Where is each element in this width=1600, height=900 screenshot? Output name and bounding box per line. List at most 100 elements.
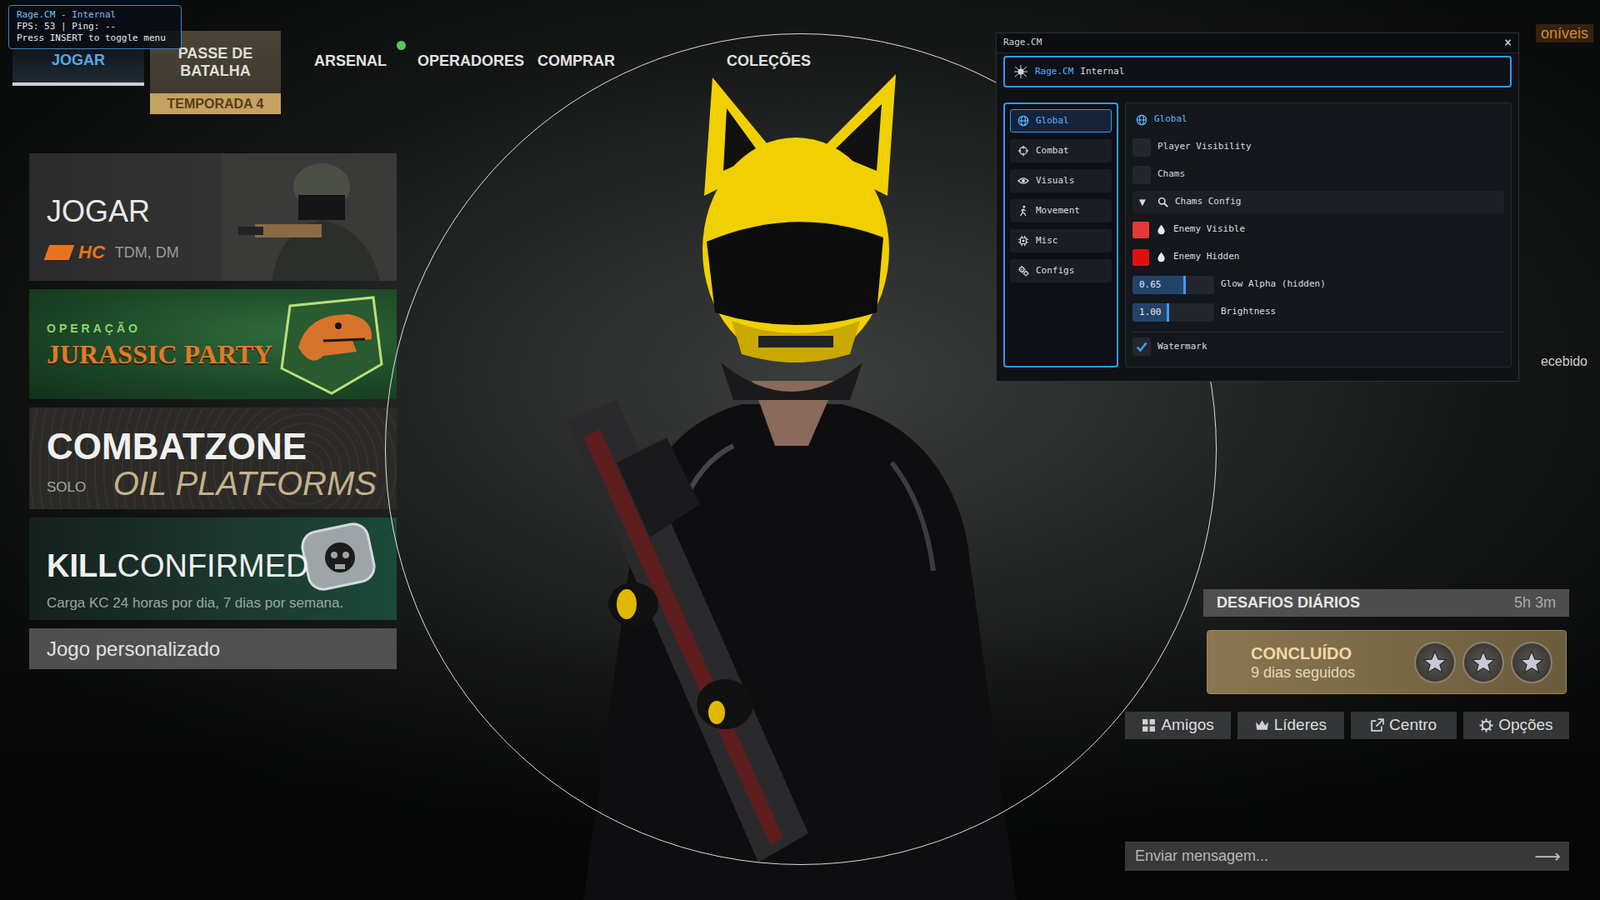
- spider-logo-icon: [1013, 64, 1029, 80]
- checkbox[interactable]: [1132, 337, 1151, 356]
- menu-tab[interactable]: Misc: [1010, 229, 1112, 253]
- menu-tab-label: Configs: [1035, 264, 1075, 279]
- crown-icon: [1255, 718, 1270, 733]
- mode-detail: SOLO: [46, 478, 86, 502]
- combatzone-card[interactable]: COMBATZONE SOLO OIL PLATFORMS: [29, 407, 397, 510]
- mode-detail: Carga KC 24 horas por dia, 7 dias por se…: [46, 594, 397, 613]
- game-screen: JOGARPASSE DE BATALHATEMPORADA 4ARSENALO…: [0, 0, 1600, 900]
- menu-row[interactable]: ▼ Chams Config: [1132, 190, 1505, 214]
- xp-tokens-label[interactable]: oníveis: [1535, 24, 1594, 43]
- menu-row: 0.65 Glow Alpha (hidden): [1132, 273, 1505, 296]
- option-label: Player Visibility: [1157, 140, 1252, 155]
- star-icon: [1414, 641, 1456, 684]
- social-button[interactable]: Opções: [1463, 711, 1570, 740]
- option-label: Glow Alpha (hidden): [1220, 277, 1326, 292]
- nav-tab-label: OPERADORES: [417, 52, 525, 70]
- nav-tab[interactable]: COMPRAR: [537, 30, 615, 70]
- option-label: Enemy Hidden: [1173, 250, 1240, 265]
- menu-tab[interactable]: Global: [1010, 109, 1112, 133]
- social-button[interactable]: Centro: [1350, 711, 1457, 740]
- checkbox[interactable]: [1132, 165, 1151, 185]
- mode-title: COMBATZONE: [46, 407, 377, 465]
- option-label: Brightness: [1220, 305, 1276, 320]
- mode-detail: TDM, DM: [115, 243, 180, 262]
- color-swatch[interactable]: [1132, 249, 1150, 266]
- menu-tab-label: Combat: [1035, 144, 1070, 159]
- soldier-artwork: [221, 153, 397, 281]
- challenge-status-text: CONCLUÍDO9 dias seguidos: [1250, 643, 1355, 682]
- mode-tags: HCTDM, DM: [46, 243, 397, 262]
- menu-content: GlobalPlayer VisibilityChams▼Chams Confi…: [1125, 102, 1512, 368]
- menu-tab[interactable]: Visuals: [1010, 169, 1112, 193]
- chat-input[interactable]: [1133, 841, 1528, 871]
- menu-title-bar[interactable]: Rage.CM×: [996, 33, 1519, 54]
- menu-subtitle: Internal: [1080, 65, 1125, 80]
- mode-subtitle: OIL PLATFORMS: [113, 465, 377, 502]
- nav-tab-label: COLEÇÕES: [726, 52, 811, 70]
- mode-list: JOGAR HCTDM, DM OPERAÇÃOJURASSIC PARTY COMB…: [29, 153, 397, 900]
- menu-tab[interactable]: Movement: [1010, 199, 1112, 223]
- gears-icon: [1017, 265, 1030, 277]
- challenges-timer: 5h 3m: [1514, 591, 1556, 615]
- nav-tab[interactable]: OPERADORES: [417, 30, 525, 70]
- menu-row: Player Visibility: [1132, 135, 1505, 159]
- slider-track[interactable]: 1.00: [1132, 303, 1215, 322]
- section-header: Global: [1132, 108, 1505, 131]
- droplet-icon: [1155, 224, 1167, 235]
- color-swatch[interactable]: [1132, 221, 1150, 239]
- watermark-stats: FPS: 53 | Ping: --: [16, 20, 174, 33]
- menu-tab[interactable]: Combat: [1010, 139, 1112, 163]
- challenge-status: CONCLUÍDO: [1250, 643, 1355, 664]
- slider-track[interactable]: 0.65: [1132, 275, 1215, 295]
- operation-card[interactable]: OPERAÇÃOJURASSIC PARTY: [29, 289, 397, 400]
- social-button-label: Amigos: [1160, 713, 1214, 738]
- mode-title: JOGAR: [46, 153, 397, 229]
- received-label: ecebido: [1540, 353, 1588, 370]
- nav-tab-label: ARSENAL: [314, 52, 387, 70]
- kill-confirmed-card[interactable]: KILLCONFIRMEDCarga KC 24 horas por dia, …: [29, 517, 397, 620]
- magnifier-icon: [1157, 196, 1169, 208]
- friends-grid-icon: [1141, 718, 1156, 733]
- menu-tab-label: Global: [1035, 114, 1070, 129]
- menu-body: Rage.CM Internal Global Combat Visuals Moveme…: [996, 53, 1519, 375]
- menu-row: Watermark: [1132, 331, 1505, 356]
- menu-tab[interactable]: Configs: [1010, 259, 1112, 283]
- social-button[interactable]: Líderes: [1237, 711, 1344, 740]
- daily-challenges-header: DESAFIOS DIÁRIOS5h 3m: [1203, 589, 1570, 617]
- nav-tab[interactable]: COLEÇÕES: [726, 30, 811, 70]
- play-mode-card[interactable]: JOGAR HCTDM, DM: [29, 153, 397, 281]
- send-arrow-button[interactable]: ⟶: [1534, 846, 1561, 867]
- menu-row: 1.00 Brightness: [1132, 300, 1505, 324]
- mode-subline: SOLO OIL PLATFORMS: [46, 465, 377, 502]
- section-title: Global: [1154, 112, 1188, 127]
- social-button-label: Centro: [1389, 713, 1437, 738]
- star-icon: [1510, 641, 1553, 684]
- nav-tab[interactable]: ARSENAL: [314, 30, 387, 70]
- operator-artwork: [533, 70, 1067, 900]
- group-label: Chams Config: [1175, 195, 1241, 210]
- menu-brand: Rage.CM: [1035, 65, 1074, 80]
- crosshair-icon: [1017, 145, 1030, 157]
- season-label: TEMPORADA 4: [150, 93, 281, 115]
- nav-tab-label: JOGAR: [51, 51, 105, 69]
- mode-title: JURASSIC PARTY: [46, 338, 397, 370]
- mode-text: JOGAR HCTDM, DM: [46, 153, 397, 262]
- expand-toggle[interactable]: ▼: [1139, 195, 1151, 209]
- globe-icon: [1017, 115, 1030, 127]
- menu-panels: Global Combat Visuals Movement Misc Configs Gl…: [1003, 102, 1512, 368]
- checkbox[interactable]: [1132, 138, 1151, 157]
- mode-text: KILLCONFIRMEDCarga KC 24 horas por dia, …: [46, 517, 397, 613]
- challenge-streak: 9 dias seguidos: [1250, 663, 1355, 682]
- menu-row: Enemy Hidden: [1132, 245, 1505, 269]
- social-button[interactable]: Amigos: [1125, 711, 1231, 740]
- walking-person-icon: [1017, 205, 1030, 217]
- social-buttons: Amigos Líderes Centro Opções: [1125, 711, 1570, 740]
- droplet-icon: [1155, 251, 1167, 263]
- custom-game-button[interactable]: Jogo personalizado: [29, 628, 397, 670]
- slider-value: 0.65: [1132, 275, 1215, 295]
- close-button[interactable]: ×: [1504, 33, 1512, 53]
- chat-bar: ⟶: [1125, 841, 1570, 871]
- social-button-label: Opções: [1498, 713, 1553, 738]
- challenge-status-card[interactable]: CONCLUÍDO9 dias seguidos: [1206, 630, 1567, 695]
- star-row: [1414, 641, 1553, 684]
